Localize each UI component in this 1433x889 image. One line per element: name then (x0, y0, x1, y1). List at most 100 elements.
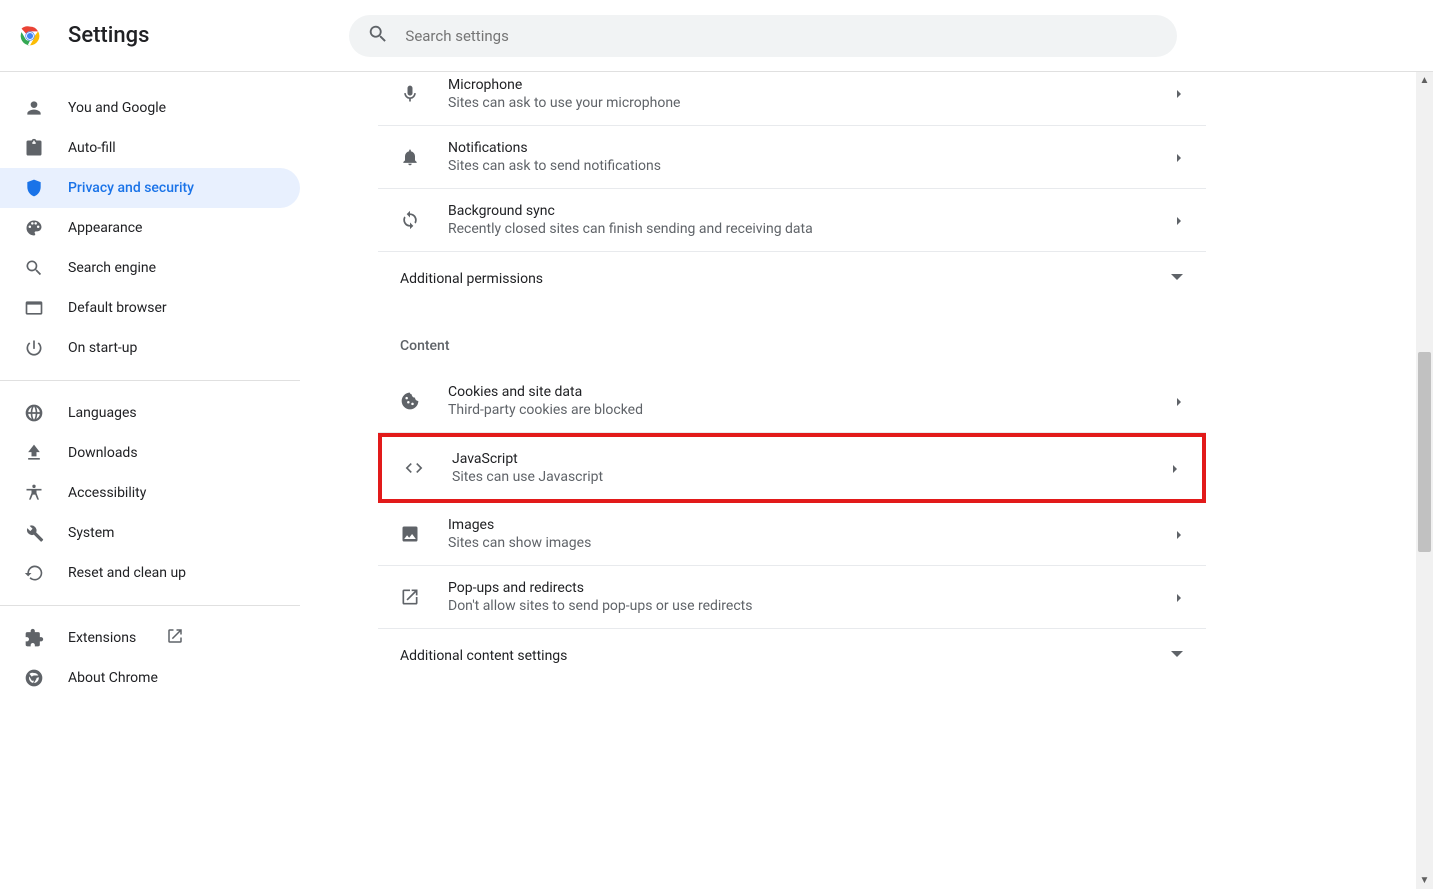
extension-icon (24, 628, 44, 648)
scrollbar-thumb[interactable] (1418, 352, 1431, 552)
nav-group-footer: Extensions About Chrome (0, 618, 300, 710)
wrench-icon (24, 523, 44, 543)
accessibility-icon (24, 483, 44, 503)
chrome-icon (24, 668, 44, 688)
setting-subtitle: Sites can ask to send notifications (448, 158, 1174, 174)
download-icon (24, 443, 44, 463)
search-icon (24, 258, 44, 278)
power-icon (24, 338, 44, 358)
sidebar-item-accessibility[interactable]: Accessibility (0, 473, 300, 513)
image-icon (400, 524, 420, 544)
sidebar-item-label: Appearance (68, 220, 142, 236)
sidebar-item-label: Downloads (68, 445, 138, 461)
sidebar-item-label: System (68, 525, 114, 541)
setting-row-javascript[interactable]: JavaScript Sites can use Javascript (378, 433, 1206, 503)
sidebar-item-label: You and Google (68, 100, 166, 116)
setting-subtitle: Sites can ask to use your microphone (448, 95, 1174, 111)
nav-group-advanced: Languages Downloads Accessibility System… (0, 393, 300, 606)
chevron-down-icon (1170, 270, 1184, 288)
setting-subtitle: Sites can show images (448, 535, 1174, 551)
setting-subtitle: Sites can use Javascript (452, 469, 1170, 485)
setting-title: JavaScript (452, 451, 1170, 467)
sidebar-item-startup[interactable]: On start-up (0, 328, 300, 368)
sidebar-item-downloads[interactable]: Downloads (0, 433, 300, 473)
setting-row-notifications[interactable]: Notifications Sites can ask to send notif… (378, 126, 1206, 189)
person-icon (24, 98, 44, 118)
clipboard-icon (24, 138, 44, 158)
header: Settings (0, 0, 1433, 72)
chrome-logo-icon (16, 22, 44, 50)
microphone-icon (400, 84, 420, 104)
chevron-right-icon (1174, 84, 1184, 103)
chevron-down-icon (1170, 647, 1184, 665)
setting-title: Microphone (448, 77, 1174, 93)
setting-row-microphone[interactable]: Microphone Sites can ask to use your micr… (378, 72, 1206, 126)
setting-row-background-sync[interactable]: Background sync Recently closed sites can… (378, 189, 1206, 252)
sidebar-item-languages[interactable]: Languages (0, 393, 300, 433)
sidebar-item-autofill[interactable]: Auto-fill (0, 128, 300, 168)
nav-group-main: You and Google Auto-fill Privacy and sec… (0, 88, 300, 381)
sidebar-item-extensions[interactable]: Extensions (0, 618, 300, 658)
search-input[interactable] (405, 27, 1159, 45)
setting-row-cookies[interactable]: Cookies and site data Third-party cookies… (378, 370, 1206, 433)
main-content: Microphone Sites can ask to use your micr… (378, 72, 1206, 683)
sidebar-item-label: Accessibility (68, 485, 146, 501)
search-icon (367, 23, 405, 49)
sidebar-item-appearance[interactable]: Appearance (0, 208, 300, 248)
sidebar-item-label: Auto-fill (68, 140, 116, 156)
popup-icon (400, 587, 420, 607)
setting-title: Background sync (448, 203, 1174, 219)
scroll-up-icon[interactable]: ▲ (1416, 72, 1433, 89)
sidebar-item-privacy-security[interactable]: Privacy and security (0, 168, 300, 208)
setting-row-images[interactable]: Images Sites can show images (378, 503, 1206, 566)
setting-title: Notifications (448, 140, 1174, 156)
sidebar-item-label: Search engine (68, 260, 156, 276)
page-title: Settings (68, 23, 149, 48)
setting-title: Cookies and site data (448, 384, 1174, 400)
external-link-icon (166, 627, 184, 649)
sidebar-item-system[interactable]: System (0, 513, 300, 553)
chevron-right-icon (1174, 392, 1184, 411)
scroll-down-icon[interactable]: ▼ (1416, 872, 1433, 889)
sidebar-item-label: Languages (68, 405, 137, 421)
setting-row-popups[interactable]: Pop-ups and redirects Don't allow sites t… (378, 566, 1206, 629)
sidebar-item-label: About Chrome (68, 670, 158, 686)
sidebar-item-label: Privacy and security (68, 180, 194, 196)
sidebar-item-label: On start-up (68, 340, 137, 356)
browser-icon (24, 298, 44, 318)
sidebar-item-search-engine[interactable]: Search engine (0, 248, 300, 288)
chevron-right-icon (1174, 525, 1184, 544)
sync-icon (400, 210, 420, 230)
additional-content-row[interactable]: Additional content settings (378, 629, 1206, 683)
setting-subtitle: Don't allow sites to send pop-ups or use… (448, 598, 1174, 614)
palette-icon (24, 218, 44, 238)
sidebar: You and Google Auto-fill Privacy and sec… (0, 72, 300, 722)
sidebar-item-label: Reset and clean up (68, 565, 186, 581)
globe-icon (24, 403, 44, 423)
sidebar-item-default-browser[interactable]: Default browser (0, 288, 300, 328)
sidebar-item-about[interactable]: About Chrome (0, 658, 300, 698)
chevron-right-icon (1174, 211, 1184, 230)
chevron-right-icon (1174, 148, 1184, 167)
content-section-label: Content (378, 306, 1206, 370)
setting-subtitle: Recently closed sites can finish sending… (448, 221, 1174, 237)
shield-icon (24, 178, 44, 198)
additional-permissions-row[interactable]: Additional permissions (378, 252, 1206, 306)
search-bar[interactable] (349, 15, 1177, 57)
sidebar-item-you-and-google[interactable]: You and Google (0, 88, 300, 128)
bell-icon (400, 147, 420, 167)
restore-icon (24, 563, 44, 583)
sidebar-item-label: Default browser (68, 300, 167, 316)
scrollbar[interactable]: ▲ ▼ (1416, 72, 1433, 889)
setting-title: Images (448, 517, 1174, 533)
chevron-right-icon (1170, 459, 1180, 478)
expand-label: Additional content settings (400, 648, 567, 664)
sidebar-item-reset[interactable]: Reset and clean up (0, 553, 300, 593)
code-icon (404, 458, 424, 478)
sidebar-item-label: Extensions (68, 630, 136, 646)
chevron-right-icon (1174, 588, 1184, 607)
setting-subtitle: Third-party cookies are blocked (448, 402, 1174, 418)
cookie-icon (400, 391, 420, 411)
setting-title: Pop-ups and redirects (448, 580, 1174, 596)
expand-label: Additional permissions (400, 271, 543, 287)
